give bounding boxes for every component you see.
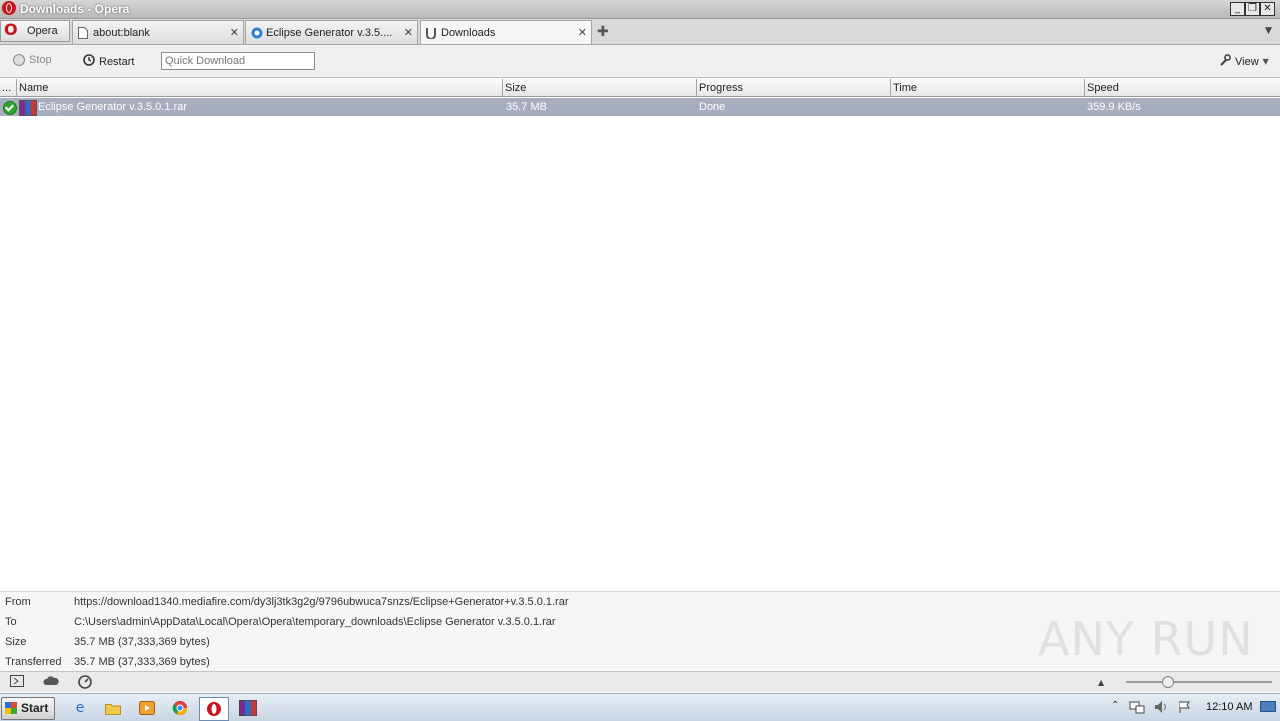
page-icon <box>78 27 88 39</box>
anyrun-watermark: ANY RUN <box>1038 612 1254 666</box>
tab-bar: O Opera about:blank ✕ Eclipse Generator … <box>0 19 1280 45</box>
browser-icon <box>251 27 263 39</box>
rar-archive-icon <box>19 100 37 116</box>
internet-explorer-icon[interactable]: e <box>66 697 94 719</box>
from-url[interactable]: https://download1340.mediafire.com/dy3lj… <box>74 596 568 608</box>
download-size: 35.7 MB <box>506 101 547 113</box>
close-window-button[interactable]: ✕ <box>1260 2 1275 16</box>
folder-icon[interactable] <box>99 697 127 719</box>
download-icon <box>426 27 436 40</box>
size-label: Size <box>5 636 27 648</box>
windows-logo-icon <box>5 702 17 714</box>
volume-icon[interactable] <box>1154 700 1170 717</box>
zoom-slider[interactable] <box>1126 681 1272 683</box>
column-header-speed[interactable]: Speed <box>1085 79 1280 96</box>
transferred-value: 35.7 MB (37,333,369 bytes) <box>74 656 210 668</box>
tab-eclipse-generator[interactable]: Eclipse Generator v.3.5.... ✕ <box>245 20 418 44</box>
opera-icon[interactable] <box>199 697 229 721</box>
restart-icon <box>83 54 95 69</box>
transferred-label: Transferred <box>5 656 62 668</box>
opera-menu-button[interactable]: O Opera <box>0 20 70 42</box>
add-tab-icon[interactable]: ✚ <box>597 24 609 40</box>
panel-toggle-icon[interactable] <box>10 675 24 690</box>
downloads-toolbar: Stop Restart View ▼ <box>0 45 1280 78</box>
maximize-button[interactable]: ❒ <box>1245 2 1260 16</box>
network-icon[interactable] <box>1129 700 1145 717</box>
show-desktop-icon[interactable] <box>1260 700 1276 717</box>
taskbar: Start e ⌃ 12:10 AM <box>0 693 1280 721</box>
tab-close-icon[interactable]: ✕ <box>230 26 239 39</box>
tab-label: Downloads <box>441 27 496 39</box>
stop-icon <box>13 54 25 66</box>
minimize-button[interactable]: _ <box>1230 2 1245 16</box>
speed-dial-icon[interactable] <box>78 675 92 692</box>
downloads-column-header: ... Name Size Progress Time Speed <box>0 79 1280 97</box>
tab-label: Eclipse Generator v.3.5.... <box>266 27 393 39</box>
restart-button[interactable]: Restart <box>83 54 134 69</box>
opera-o-icon: O <box>4 20 18 39</box>
media-player-icon[interactable] <box>133 697 161 719</box>
chrome-icon[interactable] <box>166 697 194 719</box>
size-value: 35.7 MB (37,333,369 bytes) <box>74 636 210 648</box>
column-header-progress[interactable]: Progress <box>697 79 891 96</box>
start-label: Start <box>21 701 49 715</box>
view-menu-button[interactable]: View ▼ <box>1219 54 1269 69</box>
tab-close-icon[interactable]: ✕ <box>404 26 413 39</box>
stop-button[interactable]: Stop <box>13 54 52 66</box>
tray-expand-icon[interactable]: ⌃ <box>1111 700 1119 711</box>
download-progress: Done <box>699 101 726 113</box>
action-center-flag-icon[interactable] <box>1178 700 1192 717</box>
table-row[interactable]: Eclipse Generator v.3.5.0.1.rar 35.7 MB … <box>0 98 1280 116</box>
column-header-size[interactable]: Size <box>503 79 697 96</box>
chevron-down-icon: ▼ <box>1262 57 1269 66</box>
column-header-name[interactable]: Name <box>17 79 503 96</box>
tab-list-chevron-icon[interactable]: ▼ <box>1265 26 1272 36</box>
zoom-slider-handle[interactable] <box>1161 676 1174 688</box>
tab-downloads[interactable]: Downloads ✕ <box>420 20 592 44</box>
cloud-icon[interactable] <box>43 675 59 690</box>
column-header-menu[interactable]: ... <box>0 79 17 96</box>
download-speed: 359.9 KB/s <box>1087 101 1141 113</box>
restart-label: Restart <box>99 55 135 68</box>
status-bar: ▲ <box>0 671 1280 692</box>
window-title: Downloads - Opera <box>20 2 130 16</box>
wrench-icon <box>1219 54 1231 69</box>
start-button[interactable]: Start <box>1 697 55 720</box>
winrar-icon[interactable] <box>234 697 262 719</box>
opera-logo-icon <box>2 1 16 15</box>
to-label: To <box>5 616 17 628</box>
tab-label: about:blank <box>93 27 150 39</box>
stop-label: Stop <box>29 54 52 66</box>
to-path[interactable]: C:\Users\admin\AppData\Local\Opera\Opera… <box>74 616 556 628</box>
tab-close-icon[interactable]: ✕ <box>578 26 587 39</box>
opera-menu-label: Opera <box>27 25 58 37</box>
view-label: View <box>1235 55 1259 68</box>
download-name: Eclipse Generator v.3.5.0.1.rar <box>38 101 187 113</box>
quick-download-input[interactable] <box>161 52 315 70</box>
zoom-up-icon[interactable]: ▲ <box>1098 678 1104 687</box>
column-header-time[interactable]: Time <box>891 79 1085 96</box>
taskbar-clock[interactable]: 12:10 AM <box>1206 701 1252 713</box>
tab-about-blank[interactable]: about:blank ✕ <box>72 20 244 44</box>
from-label: From <box>5 596 31 608</box>
completed-check-icon <box>3 101 17 115</box>
title-bar: Downloads - Opera _ ❒ ✕ <box>0 0 1280 19</box>
